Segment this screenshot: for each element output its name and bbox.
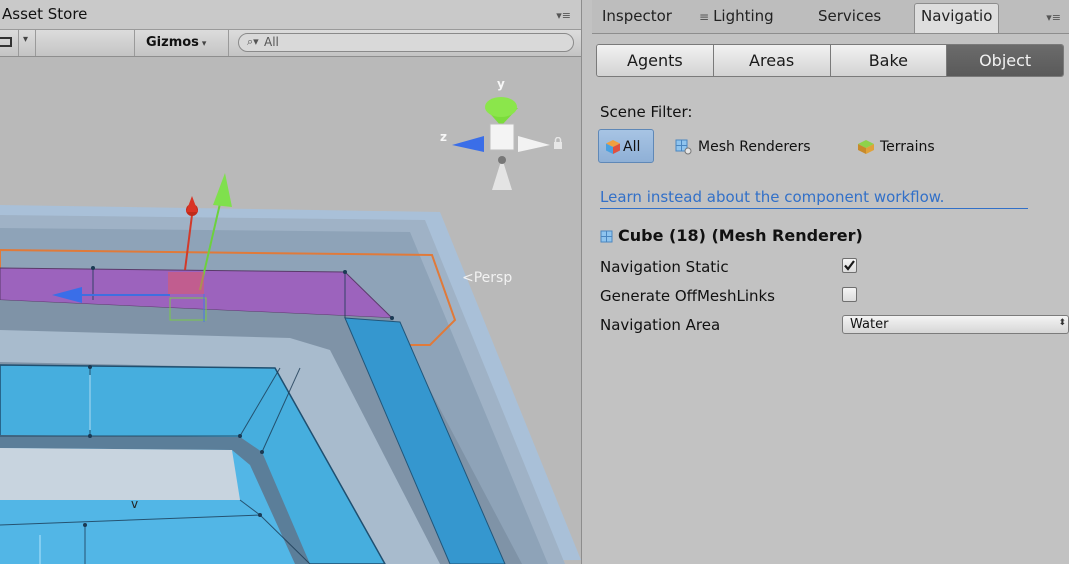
terrain-icon[interactable] — [856, 138, 876, 155]
scene-tab-bar: Asset Store ▾≡ — [0, 0, 581, 30]
tab-inspector[interactable]: Inspector — [602, 4, 672, 29]
scene-filter-group: All Mesh Renderers Terrains — [598, 129, 1068, 165]
toolbar-divider — [228, 30, 229, 56]
lighting-icon: ≡ — [699, 10, 710, 24]
tab-services[interactable]: Services — [818, 4, 881, 29]
navigation-area-label: Navigation Area — [600, 316, 721, 334]
tab-lighting-label: Lighting — [713, 7, 774, 25]
object-title: Cube (18) (Mesh Renderer) — [618, 226, 863, 245]
chevron-down-icon[interactable]: ▾ — [23, 34, 28, 45]
link-underline — [600, 208, 1028, 209]
navigation-tab-strip: Agents Areas Bake Object — [596, 44, 1064, 77]
tab-areas[interactable]: Areas — [713, 45, 831, 76]
right-tab-bar: Inspector ≡ Lighting Services Navigatio ▾… — [592, 0, 1069, 34]
scene-viewport[interactable]: v y z <Persp — [0, 57, 581, 564]
component-workflow-link[interactable]: Learn instead about the component workfl… — [600, 188, 944, 206]
tab-menu-icon[interactable]: ▾≡ — [556, 9, 571, 22]
navigation-area-value: Water — [850, 317, 889, 332]
filter-all-label: All — [623, 139, 641, 155]
generate-offmeshlinks-checkbox[interactable] — [842, 287, 857, 302]
gizmos-label: Gizmos — [146, 35, 199, 50]
toolbar-divider — [134, 30, 135, 56]
scene-render: v — [0, 57, 581, 564]
dropdown-arrow-icon: ⬍ — [1058, 318, 1066, 328]
navigation-static-checkbox[interactable] — [842, 258, 857, 273]
navigation-panel: Inspector ≡ Lighting Services Navigatio ▾… — [592, 0, 1069, 564]
checkmark-icon — [844, 260, 855, 271]
tab-navigation[interactable]: Navigatio — [914, 3, 1000, 33]
axis-y-label: y — [497, 77, 505, 91]
lock-icon[interactable] — [553, 137, 563, 149]
panel-divider[interactable] — [581, 0, 592, 564]
mesh-renderer-icon[interactable] — [675, 138, 692, 155]
gizmos-button[interactable]: Gizmos ▾ — [140, 34, 212, 52]
chevron-down-icon: ▾ — [201, 39, 207, 49]
render-mode-icon[interactable] — [0, 37, 12, 47]
tab-lighting[interactable]: ≡ Lighting — [699, 4, 774, 29]
perspective-label[interactable]: <Persp — [462, 270, 512, 286]
svg-text:v: v — [131, 497, 138, 511]
tab-object[interactable]: Object — [947, 45, 1063, 76]
mesh-renderer-icon — [600, 230, 613, 243]
navigation-area-dropdown[interactable]: Water ⬍ — [842, 315, 1069, 334]
tab-agents[interactable]: Agents — [597, 45, 714, 76]
scene-search-input[interactable]: ⌕▾ All — [238, 33, 574, 52]
tab-menu-icon[interactable]: ▾≡ — [1046, 11, 1061, 24]
tab-asset-store[interactable]: Asset Store — [2, 5, 87, 23]
filter-terrains-button[interactable]: Terrains — [880, 139, 935, 155]
tab-bake[interactable]: Bake — [830, 45, 948, 76]
toolbar-divider — [35, 30, 36, 56]
filter-all-button[interactable]: All — [598, 129, 654, 163]
navigation-static-label: Navigation Static — [600, 258, 729, 276]
toolbar-divider — [18, 30, 19, 56]
scene-filter-label: Scene Filter: — [600, 103, 693, 121]
generate-offmeshlinks-label: Generate OffMeshLinks — [600, 287, 775, 305]
cube-icon — [606, 140, 620, 154]
search-placeholder: All — [264, 35, 279, 49]
scene-view-panel: Asset Store ▾≡ ▾ Gizmos ▾ ⌕▾ All v y z <… — [0, 0, 581, 564]
axis-z-label: z — [440, 130, 447, 144]
search-icon: ⌕▾ — [247, 35, 259, 48]
scene-toolbar: ▾ Gizmos ▾ ⌕▾ All — [0, 30, 581, 57]
filter-mesh-renderers-button[interactable]: Mesh Renderers — [698, 139, 811, 155]
